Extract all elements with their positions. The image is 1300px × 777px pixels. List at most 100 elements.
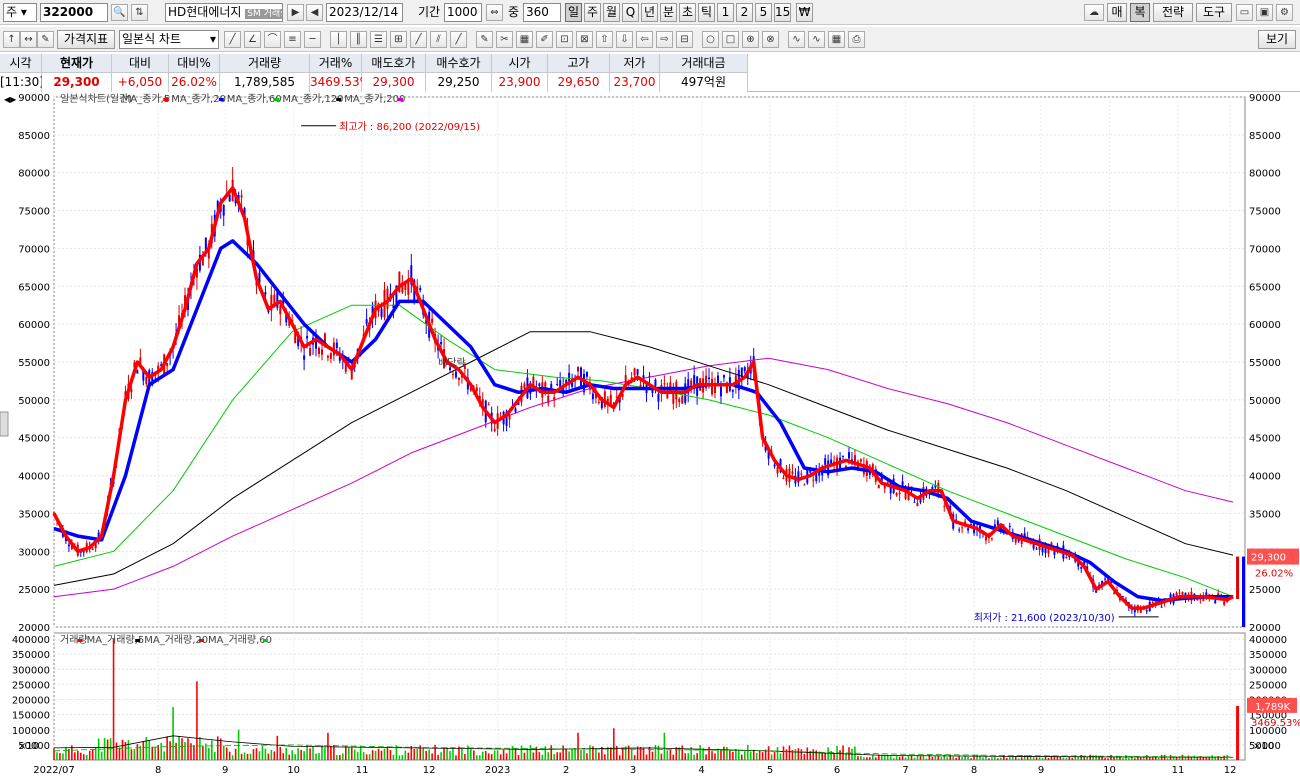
tool-icon-4[interactable]: ─	[304, 31, 321, 48]
interval-btn-6[interactable]: 초	[679, 3, 696, 22]
panel-resize-handle[interactable]	[0, 411, 9, 437]
interval-btn-0[interactable]: 일	[565, 3, 582, 22]
play-icon[interactable]: ▶	[287, 4, 304, 21]
strategy-button[interactable]: 전략	[1153, 3, 1193, 22]
right-btn-0[interactable]: 매	[1107, 3, 1127, 22]
link-icon[interactable]: ⇔	[486, 4, 503, 21]
arrow-up-icon[interactable]: ↑	[3, 31, 20, 48]
volume-bar	[398, 755, 401, 760]
tool-icon-25[interactable]: ⊕	[742, 31, 759, 48]
view-button[interactable]: 보기	[1258, 30, 1296, 49]
tool-icon-17[interactable]: ⊠	[576, 31, 593, 48]
tool-icon-20[interactable]: ⇦	[636, 31, 653, 48]
candle-body	[859, 459, 862, 462]
tool-icon-16[interactable]: ⊡	[556, 31, 573, 48]
tool-icon-27[interactable]: ∿	[788, 31, 805, 48]
volume-bar	[279, 746, 282, 760]
tool-icon-13[interactable]: ✂	[496, 31, 513, 48]
period-input[interactable]: 1000	[444, 3, 482, 22]
volume-bar	[994, 756, 996, 760]
tool-icon-19[interactable]: ⇩	[616, 31, 633, 48]
save-icon[interactable]: ▣	[1256, 4, 1273, 21]
candle-body	[800, 473, 803, 475]
tool-icon-2[interactable]: ⌒	[264, 31, 281, 48]
tool-icon-15[interactable]: ✐	[536, 31, 553, 48]
last-candle	[1236, 556, 1240, 599]
tool-icon-5[interactable]: │	[330, 31, 347, 48]
interval-btn-8[interactable]: 1	[717, 3, 734, 22]
tool-icon-26[interactable]: ⊗	[762, 31, 779, 48]
interval-btn-4[interactable]: 년	[641, 3, 658, 22]
interval-btn-1[interactable]: 주	[584, 3, 601, 22]
tool-icon-12[interactable]: ✎	[476, 31, 493, 48]
interval-btn-10[interactable]: 5	[755, 3, 772, 22]
tool-icon-9[interactable]: ╱	[410, 31, 427, 48]
price-ytick-left-11: 35000	[18, 509, 50, 520]
chart-type-select[interactable]: 일본식 차트 ▾	[119, 30, 219, 49]
interval-btn-5[interactable]: 분	[660, 3, 677, 22]
volume-ytick-left-2: 300000	[12, 665, 50, 676]
volume-bar	[1017, 758, 1020, 760]
tool-icon-21[interactable]: ⇨	[656, 31, 673, 48]
tool-icon-23[interactable]: ○	[702, 31, 719, 48]
volume-bar	[380, 750, 383, 760]
volume-bar	[270, 749, 273, 760]
date-picker[interactable]: 2023/12/14	[326, 3, 403, 22]
settings-icon[interactable]: ⚙	[1276, 4, 1293, 21]
volume-bar	[484, 751, 487, 760]
candle-body	[1080, 566, 1083, 569]
price-ytick-right-1: 85000	[1249, 131, 1281, 142]
cloud-icon[interactable]: ☁	[1084, 4, 1104, 21]
price-ytick-left-10: 40000	[18, 472, 50, 483]
indicator-button[interactable]: 가격지표	[57, 30, 115, 49]
interval-btn-12[interactable]: ₩	[796, 3, 813, 22]
interval-btn-3[interactable]: Q	[622, 3, 639, 22]
back-icon[interactable]: ◀	[306, 4, 323, 21]
tool-icon-22[interactable]: ⊟	[676, 31, 693, 48]
stock-code-input[interactable]: 322000	[40, 3, 108, 22]
tool-icon-24[interactable]: □	[722, 31, 739, 48]
tool-icon-1[interactable]: ∠	[244, 31, 261, 48]
quote-header-10: 저가	[610, 54, 660, 73]
volume-bar	[172, 707, 174, 760]
market-type-select[interactable]: 주 ▾	[3, 3, 37, 22]
tool-icon-10[interactable]: ⫽	[430, 31, 447, 48]
right-btn-1[interactable]: 복	[1130, 3, 1150, 22]
tool-icon-11[interactable]: ╱	[450, 31, 467, 48]
tool-icon-0[interactable]: ╱	[224, 31, 241, 48]
split-icon[interactable]: ↔	[20, 31, 37, 48]
volume-bar	[910, 755, 913, 760]
tool-icon-7[interactable]: ☰	[370, 31, 387, 48]
tool-icon-30[interactable]: ⎙	[848, 31, 865, 48]
quote-header-8: 시가	[492, 54, 548, 73]
quote-value-1: 29,300	[42, 73, 112, 92]
quote-value-4: 1,789,585	[220, 73, 310, 92]
tools-button[interactable]: 도구	[1196, 3, 1232, 22]
price-chart[interactable]: 90000 9000085000 8500080000 8000075000 75000…	[0, 92, 1300, 777]
volume-bar	[1125, 754, 1127, 760]
interval-btn-9[interactable]: 2	[736, 3, 753, 22]
volume-bar	[77, 750, 79, 760]
tool-icon-6[interactable]: ║	[350, 31, 367, 48]
sort-icon[interactable]: ⇅	[131, 4, 148, 21]
tool-icon-28[interactable]: ∿	[808, 31, 825, 48]
tool-icon-8[interactable]: ⊞	[390, 31, 407, 48]
count-input[interactable]: 360	[523, 3, 561, 22]
tool-icon-29[interactable]: ▦	[828, 31, 845, 48]
folder-icon[interactable]: ▭	[1236, 4, 1253, 21]
interval-btn-7[interactable]: 틱	[698, 3, 715, 22]
tool-icon-18[interactable]: ⇧	[596, 31, 613, 48]
interval-btn-11[interactable]: 15	[774, 3, 791, 22]
volume-bar	[1166, 758, 1169, 760]
tool-icon-3[interactable]: ≡	[284, 31, 301, 48]
volume-bar	[1223, 755, 1225, 760]
x-label-1: 8	[155, 765, 161, 776]
stock-name-field[interactable]: HD현대에너지 SM 거래중	[165, 3, 283, 22]
search-icon[interactable]: 🔍	[111, 4, 128, 21]
tool-icon-14[interactable]: ▦	[516, 31, 533, 48]
candle-body	[329, 353, 332, 359]
volume-bar	[1041, 757, 1044, 760]
interval-btn-2[interactable]: 월	[603, 3, 620, 22]
candle-body	[719, 386, 722, 397]
edit-icon[interactable]: ✎	[37, 31, 54, 48]
